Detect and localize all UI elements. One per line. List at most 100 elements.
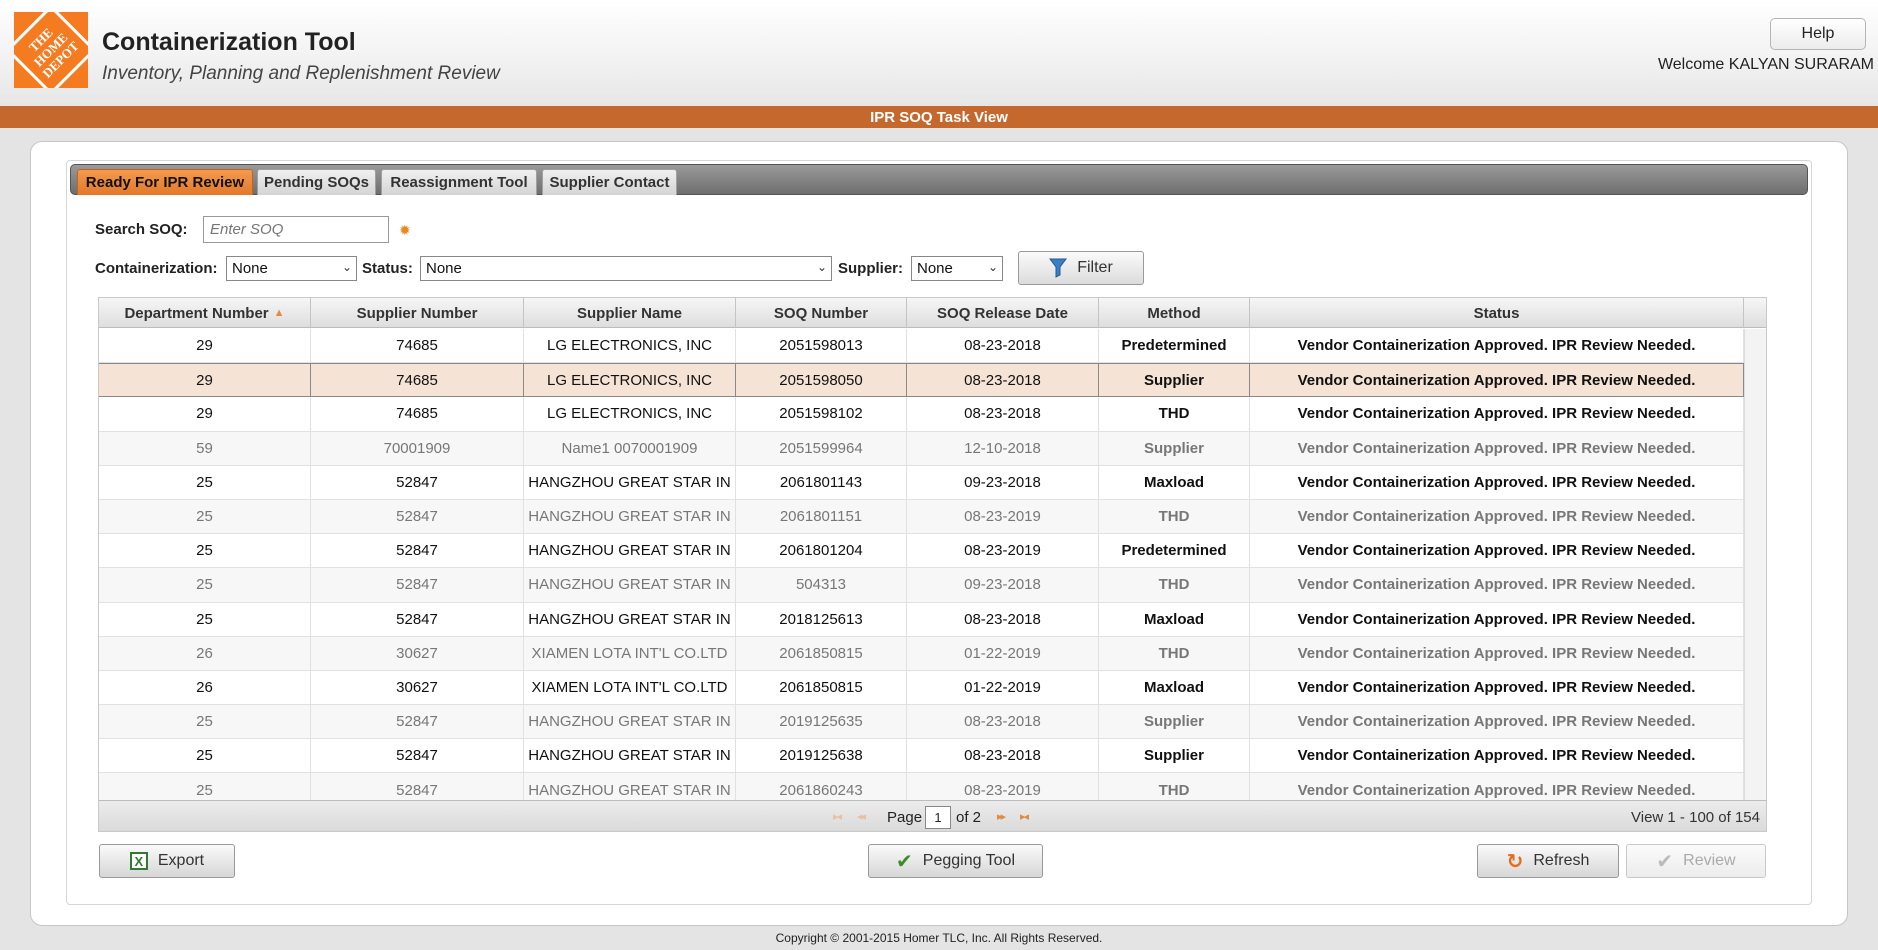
cell-department-number: 25 [99, 499, 311, 534]
cell-status: Vendor Containerization Approved. IPR Re… [1250, 397, 1744, 431]
table-row[interactable]: 25 52847 HANGZHOU GREAT STAR IN 2018125613 0… [99, 602, 1744, 637]
cell-supplier-name: HANGZHOU GREAT STAR IN [524, 739, 736, 773]
table-row[interactable]: 29 74685 LG ELECTRONICS, INC 2051598050 08-2… [99, 363, 1744, 398]
check-icon: ✔ [1656, 850, 1674, 873]
cell-supplier-number: 52847 [311, 568, 524, 602]
table-row[interactable]: 29 74685 LG ELECTRONICS, INC 2051598102 08-2… [99, 397, 1744, 432]
column-header-status[interactable]: Status [1250, 298, 1744, 328]
cell-method: Maxload [1099, 465, 1250, 499]
cell-status: Vendor Containerization Approved. IPR Re… [1250, 329, 1744, 363]
cell-method: THD [1099, 568, 1250, 602]
page-banner: IPR SOQ Task View [0, 106, 1878, 128]
table-row[interactable]: 25 52847 HANGZHOU GREAT STAR IN 2019125638 0… [99, 739, 1744, 774]
table-row[interactable]: 25 52847 HANGZHOU GREAT STAR IN 2061801151 0… [99, 499, 1744, 535]
cell-soq-number: 2051598102 [736, 397, 907, 431]
column-header-method[interactable]: Method [1099, 298, 1250, 328]
table-row[interactable]: 29 74685 LG ELECTRONICS, INC 2051598013 08-2… [99, 329, 1744, 364]
column-header-department-number[interactable]: Department Number ▲ [99, 298, 311, 328]
table-row[interactable]: 25 52847 HANGZHOU GREAT STAR IN 2019125635 0… [99, 705, 1744, 740]
cell-supplier-number: 52847 [311, 534, 524, 568]
column-header-supplier-name[interactable]: Supplier Name [524, 298, 736, 328]
supplier-select[interactable]: None ⌄ [911, 256, 1003, 281]
cell-supplier-number: 74685 [311, 397, 524, 431]
cell-method: THD [1099, 636, 1250, 670]
first-page-icon[interactable]: ▸◂ [833, 810, 842, 823]
refresh-icon: ↻ [1506, 850, 1524, 873]
search-soq-input[interactable] [203, 216, 389, 243]
column-header-soq-number[interactable]: SOQ Number [736, 298, 907, 328]
page-label: Page [887, 809, 923, 826]
cell-department-number: 25 [99, 534, 311, 568]
cell-soq-release-date: 08-23-2018 [907, 364, 1099, 397]
column-header-supplier-number[interactable]: Supplier Number [311, 298, 524, 328]
table-row[interactable]: 25 52847 HANGZHOU GREAT STAR IN 2061801143 0… [99, 465, 1744, 500]
cell-department-number: 25 [99, 602, 311, 636]
review-button-label: Review [1683, 852, 1736, 869]
table-scrollbar[interactable] [1744, 329, 1766, 800]
filter-button-label: Filter [1077, 259, 1113, 276]
cell-department-number: 59 [99, 431, 311, 465]
review-button[interactable]: ✔ Review [1626, 844, 1766, 878]
last-page-icon[interactable]: ▸◂ [1020, 810, 1029, 823]
pegging-tool-label: Pegging Tool [922, 852, 1015, 869]
cell-supplier-number: 74685 [311, 329, 524, 363]
cell-supplier-number: 70001909 [311, 431, 524, 465]
cell-soq-release-date: 08-23-2019 [907, 499, 1099, 534]
cell-soq-number: 2061850815 [736, 636, 907, 670]
cell-department-number: 29 [99, 397, 311, 431]
cell-soq-release-date: 09-23-2018 [907, 465, 1099, 499]
containerization-select[interactable]: None ⌄ [226, 256, 357, 281]
table-row[interactable]: 25 52847 HANGZHOU GREAT STAR IN 504313 09-23… [99, 568, 1744, 603]
help-button[interactable]: Help [1770, 18, 1866, 50]
prev-page-icon[interactable]: ◂◂ [857, 810, 866, 823]
cell-soq-number: 2061801151 [736, 499, 907, 534]
cell-department-number: 25 [99, 568, 311, 602]
containerization-label: Containerization: [95, 260, 218, 277]
supplier-value: None [917, 260, 953, 277]
cell-method: Predetermined [1099, 329, 1250, 363]
pegging-tool-button[interactable]: ✔ Pegging Tool [868, 844, 1043, 878]
refresh-button-label: Refresh [1533, 852, 1590, 869]
soq-table: Department Number ▲ Supplier Number Suppl… [98, 297, 1767, 832]
refresh-button[interactable]: ↻ Refresh [1477, 844, 1619, 878]
table-row[interactable]: 26 30627 XIAMEN LOTA INT'L CO.LTD 206185081… [99, 636, 1744, 671]
tab-ready-for-ipr-review[interactable]: Ready For IPR Review [77, 169, 253, 195]
supplier-label: Supplier: [838, 260, 904, 277]
export-button[interactable]: X Export [99, 844, 235, 878]
table-row[interactable]: 26 30627 XIAMEN LOTA INT'L CO.LTD 206185081… [99, 670, 1744, 706]
tab-pending-soqs[interactable]: Pending SOQs [257, 169, 376, 195]
cell-status: Vendor Containerization Approved. IPR Re… [1250, 636, 1744, 670]
cell-supplier-name: LG ELECTRONICS, INC [524, 364, 736, 397]
cell-soq-release-date: 01-22-2019 [907, 670, 1099, 705]
cell-supplier-number: 52847 [311, 705, 524, 739]
cell-status: Vendor Containerization Approved. IPR Re… [1250, 602, 1744, 636]
next-page-icon[interactable]: ▸▸ [997, 810, 1006, 823]
home-depot-logo: THE HOME DEPOT [14, 12, 88, 88]
cell-supplier-name: Name1 0070001909 [524, 431, 736, 465]
table-header: Department Number ▲ Supplier Number Suppl… [99, 298, 1766, 328]
containerization-value: None [232, 260, 268, 277]
export-button-label: Export [157, 852, 205, 869]
filter-button[interactable]: Filter [1018, 251, 1144, 285]
cell-supplier-number: 52847 [311, 602, 524, 636]
cell-supplier-name: HANGZHOU GREAT STAR IN [524, 465, 736, 499]
sort-ascending-icon: ▲ [273, 307, 285, 319]
cell-soq-number: 2051598013 [736, 329, 907, 363]
cell-soq-release-date: 09-23-2018 [907, 568, 1099, 602]
cell-method: Predetermined [1099, 534, 1250, 568]
page-number-input[interactable]: 1 [925, 806, 951, 829]
search-options-icon[interactable]: ✹ [399, 223, 413, 237]
status-select[interactable]: None ⌄ [420, 256, 832, 281]
column-header-soq-release-date[interactable]: SOQ Release Date [907, 298, 1099, 328]
funnel-icon [1049, 258, 1068, 278]
cell-method: Supplier [1099, 739, 1250, 773]
cell-department-number: 29 [99, 364, 311, 397]
table-row[interactable]: 59 70001909 Name1 0070001909 2051599964 12-1… [99, 431, 1744, 466]
cell-soq-release-date: 08-23-2018 [907, 397, 1099, 431]
tab-supplier-contact[interactable]: Supplier Contact [542, 169, 677, 195]
cell-status: Vendor Containerization Approved. IPR Re… [1250, 534, 1744, 568]
tab-reassignment-tool[interactable]: Reassignment Tool [381, 169, 537, 195]
chevron-down-icon: ⌄ [816, 260, 827, 274]
table-row[interactable]: 25 52847 HANGZHOU GREAT STAR IN 2061801204 0… [99, 534, 1744, 569]
cell-supplier-name: HANGZHOU GREAT STAR IN [524, 499, 736, 534]
